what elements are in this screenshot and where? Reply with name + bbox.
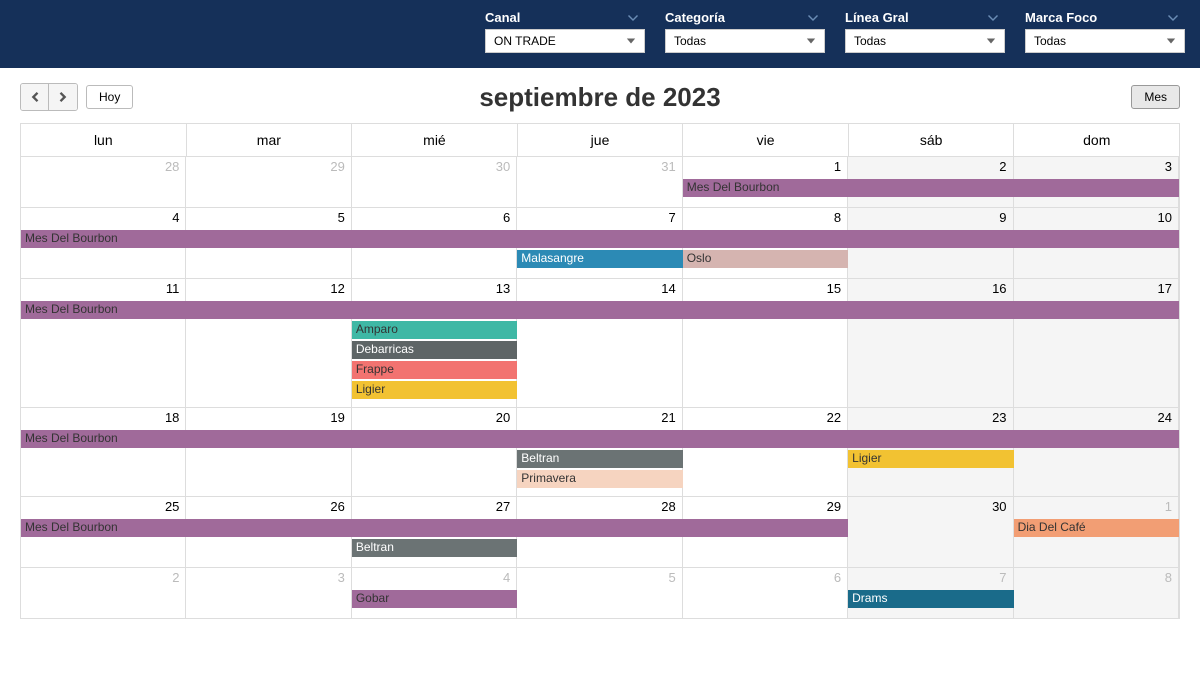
nav-buttons (20, 83, 78, 111)
event-bar[interactable]: Malasangre (517, 250, 682, 268)
event-bar[interactable]: Beltran (517, 450, 682, 468)
filter-group: Línea Gral Todas (845, 10, 1005, 53)
event-bar[interactable]: Mes Del Bourbon (21, 430, 1179, 448)
filter-label: Línea Gral (845, 10, 1005, 25)
day-cell[interactable]: 22 (683, 408, 848, 496)
event-bar[interactable]: Gobar (352, 590, 517, 608)
event-bar[interactable]: Primavera (517, 470, 682, 488)
event-bar[interactable]: Mes Del Bourbon (21, 301, 1179, 319)
event-bar[interactable]: Amparo (352, 321, 517, 339)
filter-label-text: Marca Foco (1025, 10, 1097, 25)
day-cell[interactable]: 8 (1014, 568, 1179, 618)
day-cell[interactable]: 30 (848, 497, 1013, 567)
day-cell[interactable]: 6 (683, 568, 848, 618)
chevron-right-icon (59, 92, 67, 102)
day-cell[interactable]: 16 (848, 279, 1013, 407)
today-button[interactable]: Hoy (86, 85, 133, 109)
filter-group: Categoría Todas (665, 10, 825, 53)
event-bar[interactable]: Dia Del Café (1014, 519, 1179, 537)
day-cell[interactable]: 14 (517, 279, 682, 407)
view-month-button[interactable]: Mes (1131, 85, 1180, 109)
event-bar[interactable]: Ligier (848, 450, 1013, 468)
event-bar[interactable]: Mes Del Bourbon (21, 230, 1179, 248)
filter-select[interactable]: ON TRADE (485, 29, 645, 53)
week-row: 28293031123Mes Del Bourbon (21, 156, 1179, 207)
filter-label: Canal (485, 10, 645, 25)
filter-label: Marca Foco (1025, 10, 1185, 25)
filter-label-text: Canal (485, 10, 520, 25)
filter-label-text: Línea Gral (845, 10, 909, 25)
filter-bar: Canal ON TRADE Categoría Todas Línea Gra… (0, 0, 1200, 68)
week-row: 11121314151617Mes Del BourbonAmparoDebar… (21, 278, 1179, 407)
day-cell[interactable]: 2 (21, 568, 186, 618)
day-cell[interactable]: 11 (21, 279, 186, 407)
event-bar[interactable]: Drams (848, 590, 1013, 608)
nav-group: Hoy (20, 83, 133, 111)
calendar-wrapper: Hoy septiembre de 2023 Mes lunmarmiéjuev… (0, 68, 1200, 634)
next-month-button[interactable] (49, 84, 77, 110)
chevron-down-icon (807, 12, 819, 24)
day-cell[interactable]: 31 (517, 157, 682, 207)
filter-label: Categoría (665, 10, 825, 25)
prev-month-button[interactable] (21, 84, 49, 110)
chevron-down-icon (626, 36, 636, 46)
filter-select[interactable]: Todas (665, 29, 825, 53)
day-cell[interactable]: 17 (1014, 279, 1179, 407)
weekday-cell: vie (683, 124, 849, 156)
weekday-cell: lun (21, 124, 187, 156)
event-bar[interactable]: Beltran (352, 539, 517, 557)
day-cell[interactable]: 29 (186, 157, 351, 207)
day-cell[interactable]: 15 (683, 279, 848, 407)
chevron-down-icon (627, 12, 639, 24)
filter-value: Todas (854, 34, 886, 48)
day-cell[interactable]: 30 (352, 157, 517, 207)
day-cell[interactable]: 5 (517, 568, 682, 618)
filter-group: Marca Foco Todas (1025, 10, 1185, 53)
weekday-cell: sáb (849, 124, 1015, 156)
filter-select[interactable]: Todas (1025, 29, 1185, 53)
day-cell[interactable]: 19 (186, 408, 351, 496)
day-cell[interactable]: 20 (352, 408, 517, 496)
weekday-cell: jue (518, 124, 684, 156)
chevron-down-icon (986, 36, 996, 46)
week-row: 2526272829301Mes Del BourbonDia Del Café… (21, 496, 1179, 567)
weekday-cell: mié (352, 124, 518, 156)
chevron-left-icon (31, 92, 39, 102)
chevron-down-icon (806, 36, 816, 46)
week-row: 2345678GobarDrams (21, 567, 1179, 618)
filter-value: Todas (674, 34, 706, 48)
chevron-down-icon (987, 12, 999, 24)
weekday-row: lunmarmiéjueviesábdom (21, 124, 1179, 156)
event-bar[interactable]: Debarricas (352, 341, 517, 359)
event-bar[interactable]: Ligier (352, 381, 517, 399)
weekday-cell: mar (187, 124, 353, 156)
month-title: septiembre de 2023 (479, 82, 720, 113)
event-bar[interactable]: Mes Del Bourbon (21, 519, 848, 537)
chevron-down-icon (1167, 12, 1179, 24)
week-row: 45678910Mes Del BourbonMalasangreOslo (21, 207, 1179, 278)
filter-value: Todas (1034, 34, 1066, 48)
filter-group: Canal ON TRADE (485, 10, 645, 53)
filter-select[interactable]: Todas (845, 29, 1005, 53)
event-bar[interactable]: Mes Del Bourbon (683, 179, 1179, 197)
filter-label-text: Categoría (665, 10, 725, 25)
day-cell[interactable]: 28 (21, 157, 186, 207)
calendar-header: Hoy septiembre de 2023 Mes (20, 83, 1180, 111)
event-bar[interactable]: Oslo (683, 250, 848, 268)
week-row: 18192021222324Mes Del BourbonBeltranPrim… (21, 407, 1179, 496)
filter-value: ON TRADE (494, 34, 556, 48)
day-cell[interactable]: 24 (1014, 408, 1179, 496)
event-bar[interactable]: Frappe (352, 361, 517, 379)
day-cell[interactable]: 18 (21, 408, 186, 496)
day-cell[interactable]: 3 (186, 568, 351, 618)
calendar-grid: lunmarmiéjueviesábdom 28293031123Mes Del… (20, 123, 1180, 619)
weekday-cell: dom (1014, 124, 1179, 156)
chevron-down-icon (1166, 36, 1176, 46)
day-cell[interactable]: 12 (186, 279, 351, 407)
